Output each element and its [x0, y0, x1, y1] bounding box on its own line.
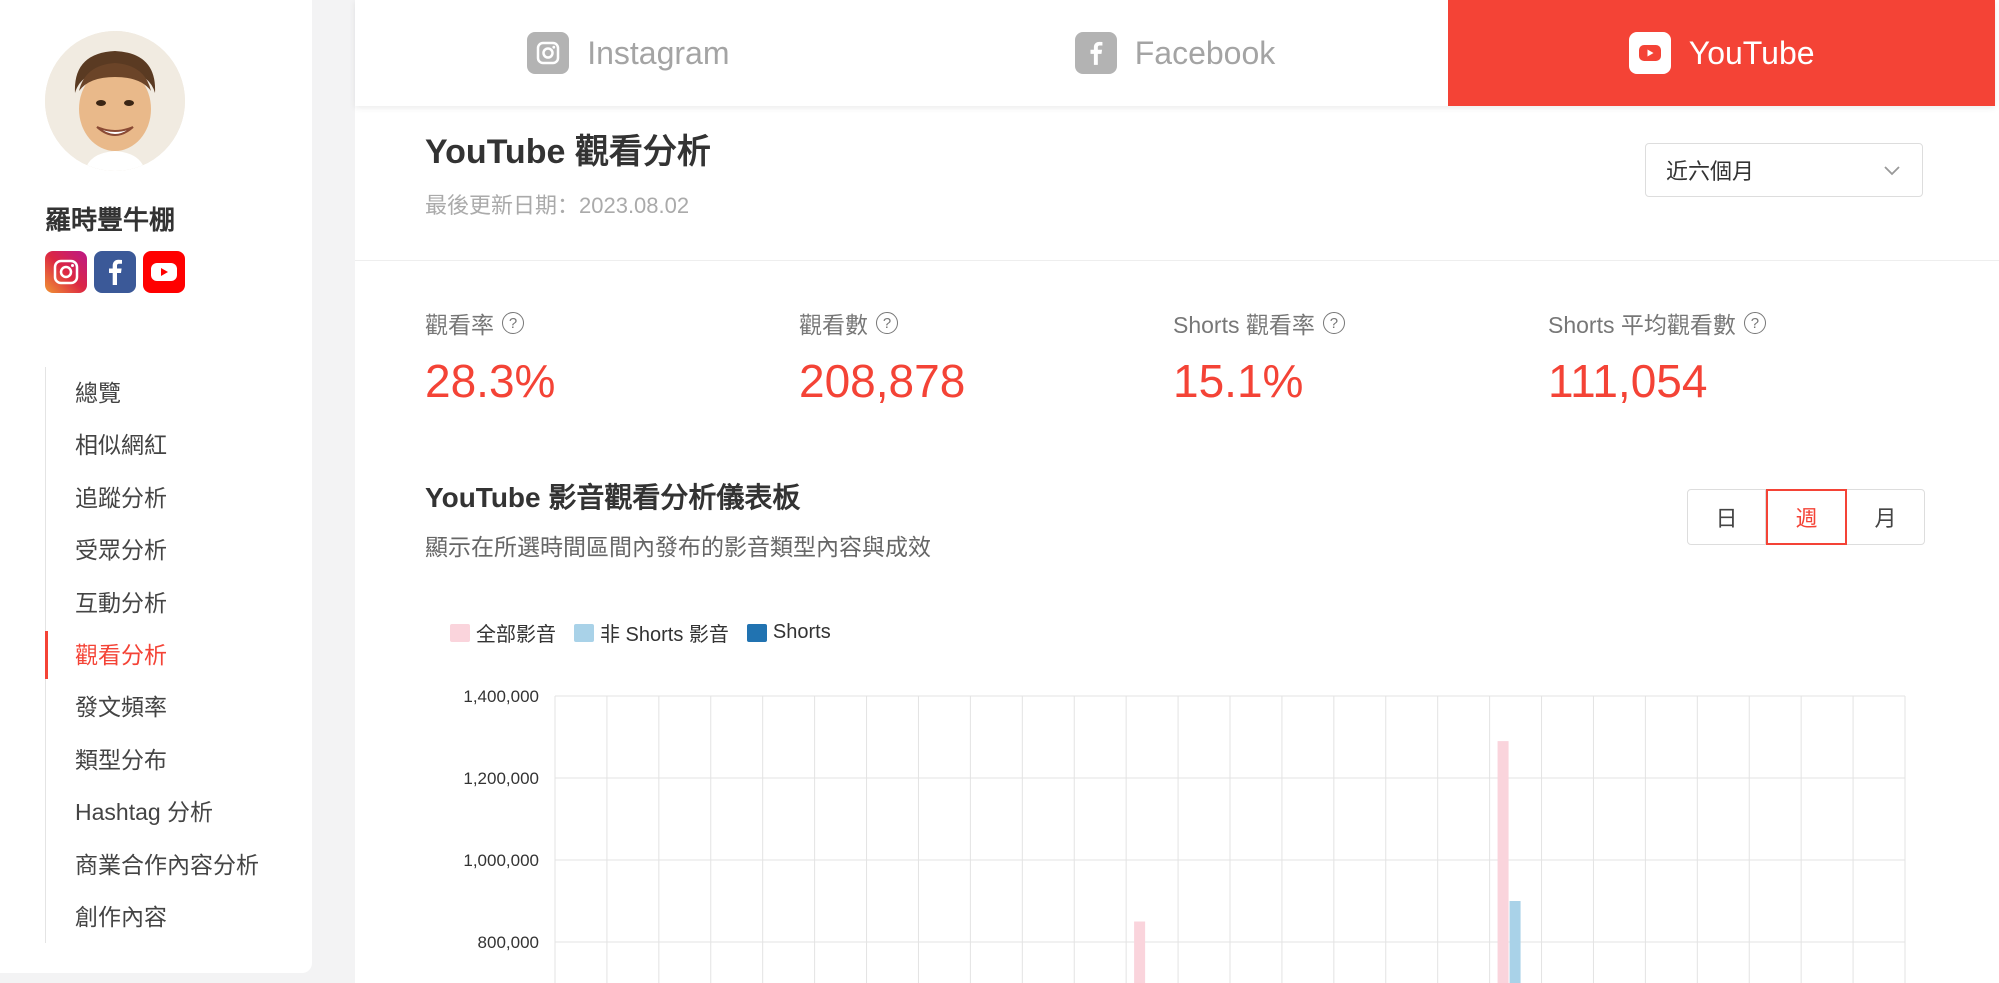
legend-swatch [574, 623, 594, 642]
legend-swatch [450, 623, 470, 642]
chart-bar [1497, 741, 1509, 983]
sidebar-item-category-distribution[interactable]: 類型分布 [46, 734, 295, 786]
chart-bar [1509, 901, 1521, 983]
y-tick-label: 1,200,000 [463, 769, 539, 788]
kpi-shorts-view-rate: Shorts 觀看率? 15.1% [1173, 306, 1345, 408]
sidebar-item-view-analysis[interactable]: 觀看分析 [45, 629, 295, 681]
granularity-day-button[interactable]: 日 [1688, 490, 1766, 544]
help-icon[interactable]: ? [1322, 312, 1345, 334]
chart-legend: 全部影音 非 Shorts 影音 Shorts [450, 618, 831, 647]
sidebar-item-creative-content[interactable]: 創作內容 [46, 891, 295, 943]
help-icon[interactable]: ? [1743, 312, 1766, 334]
help-icon[interactable]: ? [876, 312, 898, 334]
kpi-view-count: 觀看數? 208,878 [799, 306, 965, 408]
y-tick-label: 1,400,000 [463, 687, 539, 706]
chevron-down-icon [1884, 166, 1900, 176]
legend-item-all[interactable]: 全部影音 [450, 618, 556, 647]
facebook-icon[interactable] [94, 251, 136, 293]
y-tick-label: 800,000 [478, 933, 539, 952]
granularity-week-button[interactable]: 週 [1766, 489, 1847, 545]
kpi-value: 111,054 [1548, 355, 1708, 407]
date-range-select[interactable]: 近六個月 [1645, 143, 1923, 197]
sidebar-item-sponsored-analysis[interactable]: 商業合作內容分析 [46, 839, 295, 891]
youtube-icon[interactable] [143, 251, 185, 293]
granularity-month-button[interactable]: 月 [1847, 490, 1924, 544]
tab-youtube[interactable]: YouTube [1448, 0, 1996, 106]
main-panel: Instagram Facebook YouTube YouTube 觀看分析 … [355, 0, 1999, 983]
tab-label: YouTube [1688, 34, 1815, 71]
help-icon[interactable]: ? [502, 312, 524, 334]
date-range-value: 近六個月 [1666, 159, 1755, 184]
tab-instagram[interactable]: Instagram [355, 0, 902, 106]
instagram-icon [527, 32, 570, 74]
sidebar-item-post-frequency[interactable]: 發文頻率 [46, 681, 295, 733]
page-title: YouTube 觀看分析 [425, 133, 711, 171]
granularity-toggle: 日 週 月 [1687, 489, 1925, 545]
legend-item-shorts[interactable]: Shorts [746, 618, 831, 647]
kpi-label: 觀看率 [425, 312, 494, 338]
header-divider [355, 260, 1999, 261]
sidebar-item-follower-analysis[interactable]: 追蹤分析 [46, 472, 295, 524]
dashboard-subtitle: 顯示在所選時間區間內發布的影音類型內容與成效 [425, 534, 931, 560]
chart-bar [1134, 921, 1146, 983]
legend-swatch [746, 623, 767, 642]
last-updated: 最後更新日期：2023.08.02 [425, 193, 690, 218]
sidebar-item-similar[interactable]: 相似網紅 [46, 419, 295, 471]
kpi-value: 15.1% [1173, 355, 1304, 407]
legend-label: 全部影音 [476, 624, 556, 646]
instagram-icon[interactable] [45, 251, 87, 293]
kpi-label: Shorts 平均觀看數 [1548, 312, 1736, 338]
youtube-icon [1628, 32, 1671, 74]
avatar[interactable] [45, 31, 185, 171]
profile-name: 羅時豐牛棚 [45, 205, 176, 235]
kpi-view-rate: 觀看率? 28.3% [425, 306, 555, 408]
tab-label: Instagram [587, 34, 730, 71]
y-tick-label: 1,000,000 [463, 851, 539, 870]
kpi-label: Shorts 觀看率 [1173, 312, 1315, 338]
legend-label: 非 Shorts 影音 [600, 624, 729, 646]
sidebar-item-overview[interactable]: 總覽 [46, 367, 295, 419]
tab-label: Facebook [1134, 34, 1276, 71]
sidebar-item-audience-analysis[interactable]: 受眾分析 [46, 524, 295, 576]
sidebar: 羅時豐牛棚 總覽 相似網紅 追蹤分析 受眾分析 互動分析 觀看分析 發文頻率 類… [0, 0, 312, 973]
kpi-value: 208,878 [799, 355, 966, 407]
sidebar-item-engagement-analysis[interactable]: 互動分析 [46, 577, 295, 629]
kpi-value: 28.3% [425, 355, 556, 407]
dashboard-title: YouTube 影音觀看分析儀表板 [425, 482, 801, 513]
platform-tabs: Instagram Facebook YouTube [355, 0, 1996, 106]
legend-item-non-shorts[interactable]: 非 Shorts 影音 [574, 618, 729, 647]
legend-label: Shorts [772, 621, 831, 643]
kpi-shorts-avg-views: Shorts 平均觀看數? 111,054 [1548, 306, 1766, 408]
tab-facebook[interactable]: Facebook [902, 0, 1449, 106]
facebook-icon [1074, 32, 1117, 74]
views-bar-chart: 1,400,000 1,200,000 1,000,000 800,000 [463, 687, 1906, 983]
sidebar-item-hashtag-analysis[interactable]: Hashtag 分析 [46, 786, 295, 838]
social-links [45, 251, 185, 293]
kpi-label: 觀看數 [799, 312, 868, 338]
sidebar-nav: 總覽 相似網紅 追蹤分析 受眾分析 互動分析 觀看分析 發文頻率 類型分布 Ha… [45, 367, 295, 944]
